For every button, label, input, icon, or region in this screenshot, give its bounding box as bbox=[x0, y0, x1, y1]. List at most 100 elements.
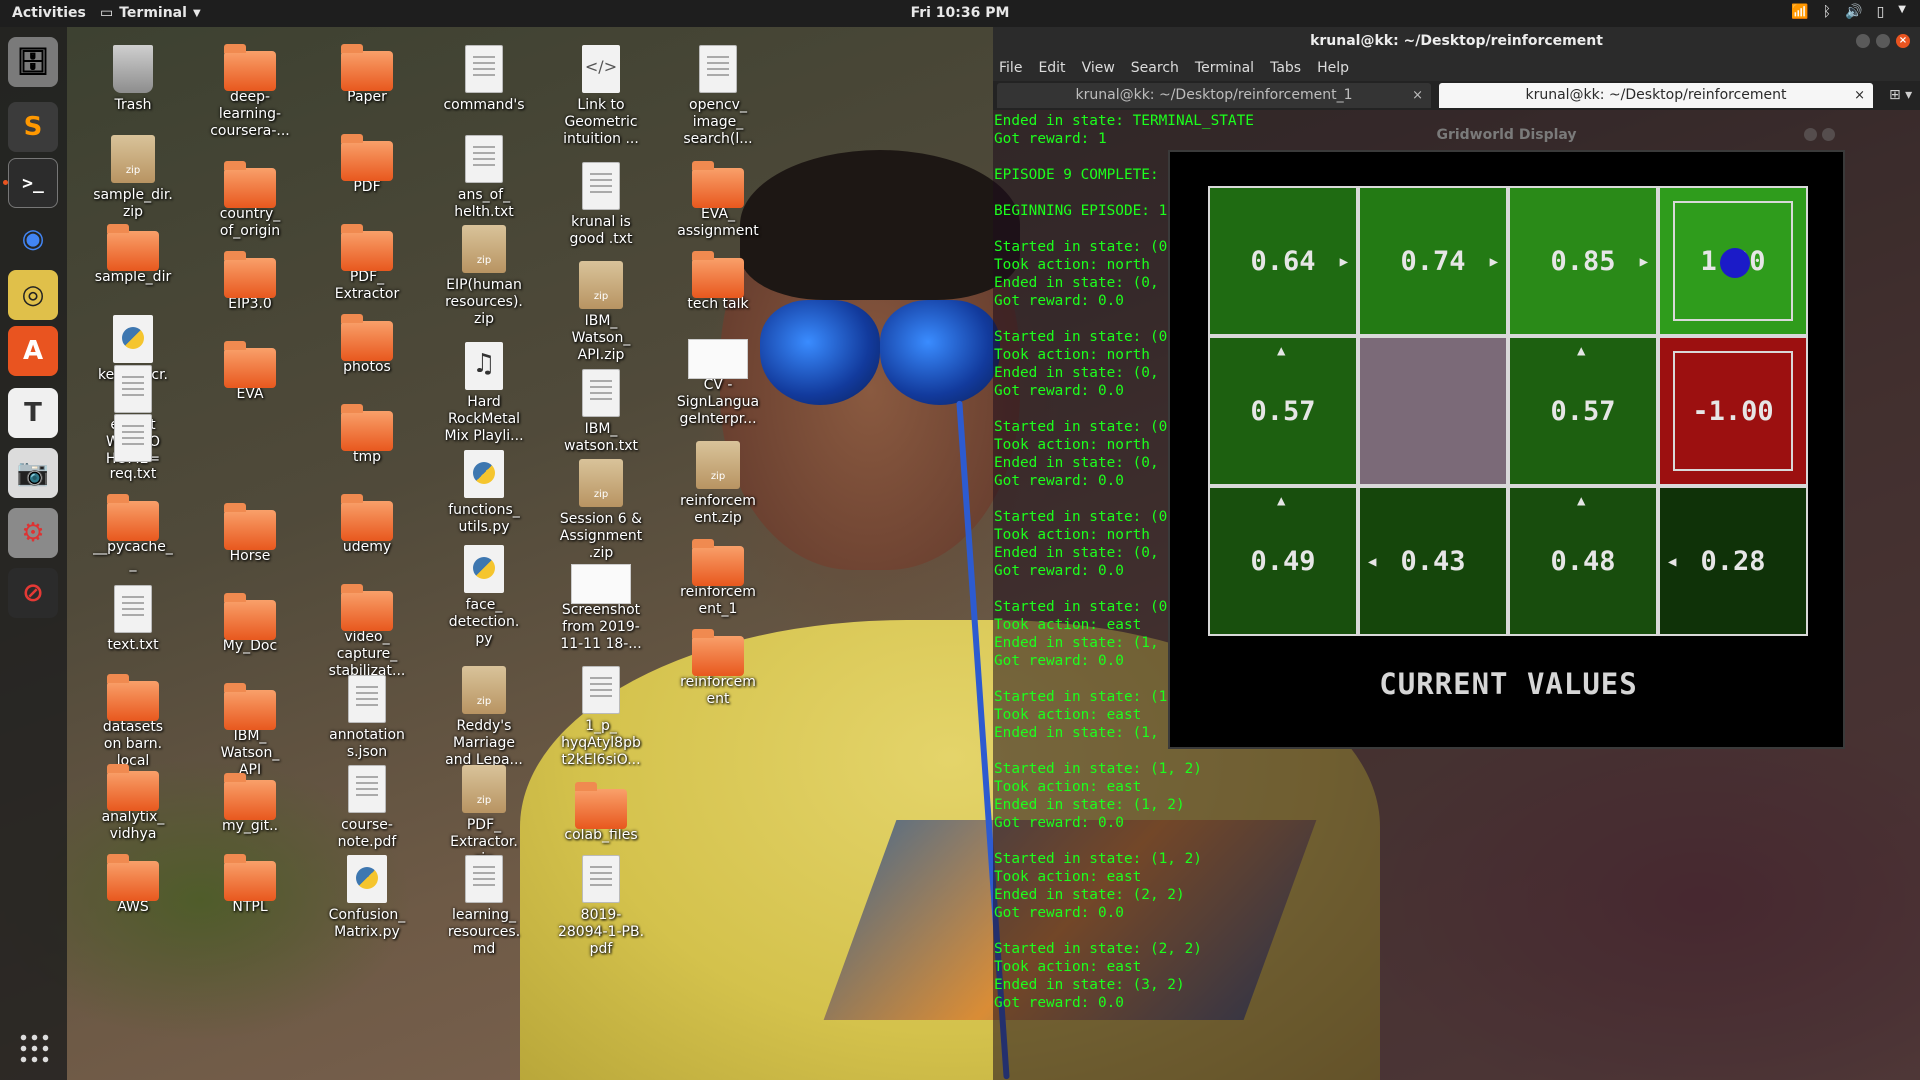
desktop-icon[interactable]: photos bbox=[314, 314, 420, 376]
desktop-icon[interactable]: analytix_ vidhya bbox=[80, 764, 186, 843]
desktop-icon[interactable]: udemy bbox=[314, 494, 420, 556]
document-icon bbox=[114, 364, 152, 413]
activities-button[interactable]: Activities bbox=[12, 5, 86, 21]
gridworld-titlebar[interactable]: Gridworld Display bbox=[1168, 120, 1845, 150]
desktop-icon[interactable]: colab_files bbox=[548, 782, 654, 844]
arrow-west-icon: ◀ bbox=[1668, 554, 1677, 570]
trash-icon bbox=[113, 45, 153, 93]
desktop-icon[interactable]: Trash bbox=[80, 45, 186, 114]
minimize-icon[interactable] bbox=[1804, 128, 1817, 141]
desktop-icon[interactable]: text.txt bbox=[80, 585, 186, 654]
close-tab-icon[interactable]: × bbox=[1854, 83, 1865, 108]
terminal-titlebar[interactable]: krunal@kk: ~/Desktop/reinforcement × bbox=[993, 27, 1920, 55]
desktop-icon[interactable]: tech talk bbox=[665, 251, 771, 313]
close-icon[interactable]: × bbox=[1896, 34, 1910, 48]
clock[interactable]: Fri 10:36 PM bbox=[0, 5, 1920, 21]
desktop-icon[interactable]: annotation s.json bbox=[314, 675, 420, 761]
app-menu[interactable]: ▭ Terminal ▼ bbox=[100, 5, 201, 21]
desktop-icon-label: EVA bbox=[236, 386, 264, 402]
desktop-icon[interactable]: face_ detection. py bbox=[431, 544, 537, 648]
desktop-icon[interactable]: Screenshot from 2019- 11-11 18-... bbox=[548, 558, 654, 653]
menu-terminal[interactable]: Terminal bbox=[1195, 60, 1254, 76]
new-tab-icon[interactable]: ⊞ ▾ bbox=[1881, 83, 1912, 108]
blocked-app-icon[interactable]: ⊘ bbox=[8, 568, 58, 618]
desktop-icon-label: analytix_ vidhya bbox=[101, 809, 165, 842]
desktop-icon[interactable]: AWS bbox=[80, 854, 186, 916]
terminal-icon[interactable]: >_ bbox=[3, 158, 58, 208]
close-tab-icon[interactable]: × bbox=[1412, 83, 1423, 108]
desktop-icon[interactable]: functions_ utils.py bbox=[431, 450, 537, 536]
desktop-icon[interactable]: EIP(human resources). zip bbox=[431, 225, 537, 328]
desktop-icon[interactable]: NTPL bbox=[197, 854, 303, 916]
desktop-icon[interactable]: krunal is good .txt bbox=[548, 162, 654, 248]
files-icon[interactable]: 🗄 bbox=[8, 37, 58, 87]
desktop-icon[interactable]: opencv_ image_ search(l... bbox=[665, 45, 771, 148]
desktop-icon[interactable]: video_ capture_ stabilizat... bbox=[314, 584, 420, 680]
desktop-icon[interactable]: req.txt bbox=[80, 414, 186, 483]
desktop-icon[interactable]: 1_p_ hyqAtyl8pb t2kEl6siO... bbox=[548, 666, 654, 769]
sublime-text-icon[interactable]: S bbox=[8, 102, 58, 152]
desktop-icon[interactable]: IBM_ watson.txt bbox=[548, 369, 654, 455]
desktop-icon[interactable]: command's bbox=[431, 45, 537, 114]
desktop-icon[interactable]: EIP3.0 bbox=[197, 251, 303, 313]
menu-view[interactable]: View bbox=[1082, 60, 1115, 76]
desktop-icon-label: tech talk bbox=[687, 296, 749, 312]
software-center-icon[interactable]: A bbox=[8, 326, 58, 376]
arrow-north-icon: ▲ bbox=[1577, 493, 1586, 509]
system-tray[interactable]: 📶 ᛒ 🔊 ▯ ▼ bbox=[1791, 4, 1906, 20]
terminal-tab[interactable]: krunal@kk: ~/Desktop/reinforcement × bbox=[1439, 83, 1873, 108]
desktop-icon[interactable]: tmp bbox=[314, 404, 420, 466]
text-editor-icon[interactable]: T bbox=[8, 388, 58, 438]
desktop-icon[interactable]: sample_dir. zip bbox=[80, 135, 186, 221]
grid-cell-value: 0.57 bbox=[1250, 395, 1316, 427]
desktop-icon[interactable]: deep- learning- coursera-... bbox=[197, 44, 303, 140]
desktop-icon-label: course- note.pdf bbox=[337, 817, 397, 850]
desktop-icon[interactable]: reinforcem ent.zip bbox=[665, 441, 771, 527]
terminal-tab[interactable]: krunal@kk: ~/Desktop/reinforcement_1 × bbox=[997, 83, 1431, 108]
desktop-icon[interactable]: datasets on barn. local bbox=[80, 674, 186, 770]
desktop-icon[interactable]: country_ of_origin bbox=[197, 161, 303, 240]
minimize-icon[interactable] bbox=[1856, 34, 1870, 48]
menu-tabs[interactable]: Tabs bbox=[1270, 60, 1301, 76]
desktop-icon[interactable]: course- note.pdf bbox=[314, 765, 420, 851]
maximize-icon[interactable] bbox=[1876, 34, 1890, 48]
desktop-icon[interactable]: __pycache_ _ bbox=[80, 494, 186, 573]
desktop-icon[interactable]: PDF_ Extractor bbox=[314, 224, 420, 303]
desktop-icon[interactable]: my_git.. bbox=[197, 773, 303, 835]
settings-icon[interactable]: ⚙ bbox=[8, 508, 58, 558]
document-icon bbox=[465, 135, 503, 183]
chrome-icon[interactable]: ◉ bbox=[8, 214, 58, 264]
desktop-icon[interactable]: reinforcem ent_1 bbox=[665, 539, 771, 618]
desktop-icon[interactable]: Confusion_ Matrix.py bbox=[314, 855, 420, 941]
desktop-icon[interactable]: Session 6 & Assignment .zip bbox=[548, 459, 654, 562]
show-applications-icon[interactable] bbox=[18, 1032, 50, 1064]
desktop-icon[interactable]: PDF_ Extractor. zip bbox=[431, 765, 537, 868]
menu-search[interactable]: Search bbox=[1131, 60, 1179, 76]
desktop-icon[interactable]: EVA bbox=[197, 341, 303, 403]
desktop-icon[interactable]: PDF bbox=[314, 134, 420, 196]
desktop-icon[interactable]: </> Link to Geometric intuition ... bbox=[548, 45, 654, 148]
desktop-icon[interactable]: Horse bbox=[197, 503, 303, 565]
desktop-icon[interactable]: IBM_ Watson_ API bbox=[197, 683, 303, 779]
desktop-icon[interactable]: IBM_ Watson_ API.zip bbox=[548, 261, 654, 364]
rhythmbox-icon[interactable]: ◎ bbox=[8, 270, 58, 320]
desktop-icon[interactable]: ans_of_ helth.txt bbox=[431, 135, 537, 221]
menu-help[interactable]: Help bbox=[1317, 60, 1349, 76]
desktop-icon[interactable]: learning_ resources. md bbox=[431, 855, 537, 958]
screenshot-icon[interactable]: 📷 bbox=[8, 448, 58, 498]
grid-cell: 0.43 ◀ bbox=[1358, 486, 1508, 636]
desktop-icon[interactable]: ♫ Hard RockMetal Mix Playli... bbox=[431, 342, 537, 445]
gridworld-window[interactable]: Gridworld Display CURRENT VALUES 0.64 ▶ 0.… bbox=[1168, 120, 1845, 750]
desktop-icon[interactable]: reinforcem ent bbox=[665, 629, 771, 708]
desktop-icon[interactable]: EVA_ assignment bbox=[665, 161, 771, 240]
desktop-icon[interactable]: 8019- 28094-1-PB. pdf bbox=[548, 855, 654, 958]
desktop-icon[interactable]: CV - SignLangua geInterpr... bbox=[665, 333, 771, 428]
desktop-icon[interactable]: sample_dir bbox=[80, 224, 186, 286]
desktop-icon[interactable]: Reddy's Marriage and Lepa... bbox=[431, 666, 537, 769]
menu-file[interactable]: File bbox=[999, 60, 1022, 76]
desktop-icon[interactable]: Paper bbox=[314, 44, 420, 106]
menu-edit[interactable]: Edit bbox=[1038, 60, 1065, 76]
desktop-icon[interactable]: My_Doc bbox=[197, 593, 303, 655]
document-icon bbox=[582, 369, 620, 417]
close-icon[interactable] bbox=[1822, 128, 1835, 141]
